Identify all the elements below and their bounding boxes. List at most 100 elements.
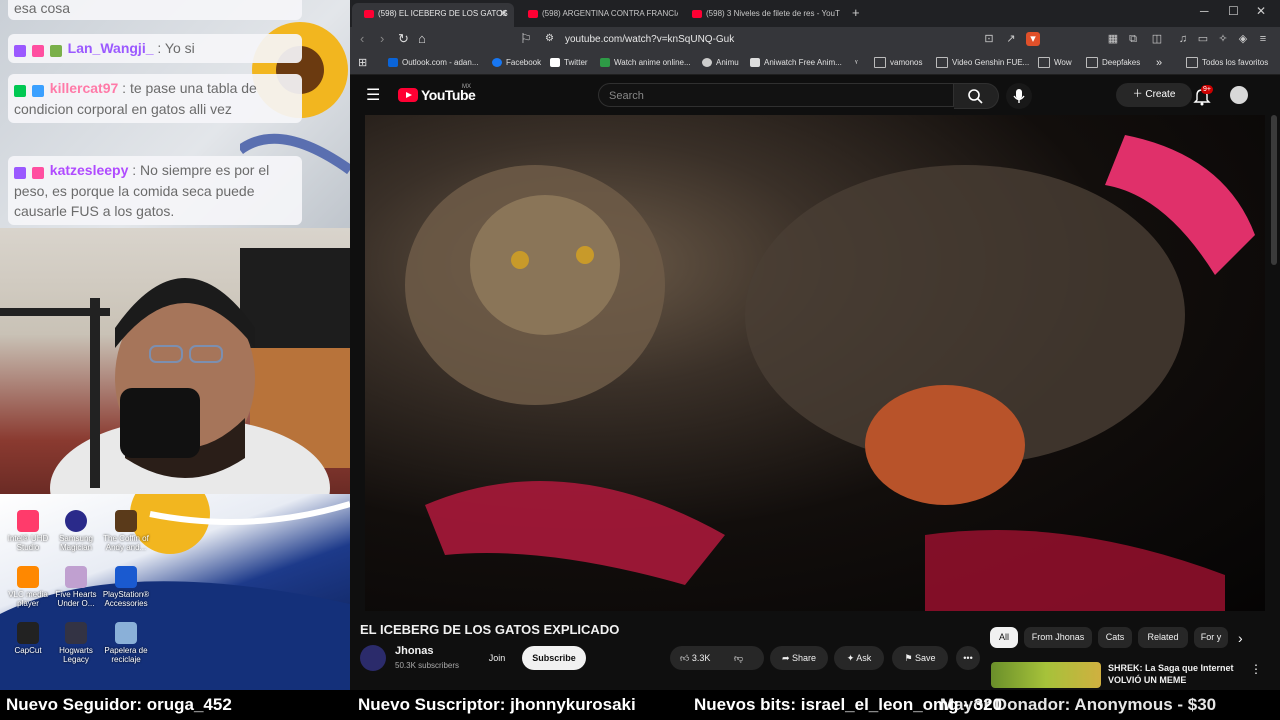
back-icon[interactable]: ‹: [360, 31, 364, 46]
channel-name[interactable]: Jhonas: [395, 645, 434, 657]
bookmark-page-icon[interactable]: ⚐: [520, 31, 532, 47]
aniwatch-icon: [750, 58, 760, 68]
hamburger-menu-icon[interactable]: ☰: [366, 85, 380, 105]
desktop-icon[interactable]: Hogwarts Legacy: [48, 622, 104, 664]
desktop-icon[interactable]: The Coffin of Andy and...: [98, 510, 154, 552]
voice-search-button[interactable]: [1006, 83, 1032, 109]
sparkle-icon: ✦: [846, 653, 855, 663]
video-frame-cats: [405, 135, 1255, 611]
bookmark-facebook[interactable]: Facebook: [492, 52, 541, 74]
more-actions-button[interactable]: •••: [956, 646, 980, 670]
bookmark-folder-deepfakes[interactable]: Deepfakes: [1086, 52, 1140, 74]
account-avatar[interactable]: [1230, 86, 1248, 104]
menu-icon[interactable]: ≡: [1256, 32, 1270, 46]
more-horizontal-icon: •••: [963, 653, 973, 663]
bookmark-twitter[interactable]: Twitter: [550, 52, 588, 74]
apps-grid-icon[interactable]: ⊞: [358, 52, 367, 74]
tab-filete-de-res[interactable]: (598) 3 Niveles de filete de res - YouT: [680, 3, 842, 27]
create-button[interactable]: ＋ Create: [1116, 83, 1192, 107]
youtube-logo-icon[interactable]: [398, 88, 418, 102]
bookmark-folder-wow[interactable]: Wow: [1038, 52, 1072, 74]
site-info-icon[interactable]: ⚙: [545, 33, 554, 44]
ask-button[interactable]: ✦ Ask: [834, 646, 884, 670]
page-scrollbar[interactable]: [1271, 115, 1277, 265]
tab-iceberg-gatos[interactable]: (598) EL ICEBERG DE LOS GATOS ✕: [352, 3, 514, 27]
forward-icon[interactable]: ›: [380, 31, 384, 46]
minimize-icon[interactable]: ─: [1200, 4, 1209, 18]
bookmark-folder-genshin[interactable]: Video Genshin FUE...: [936, 52, 1029, 74]
extension-icon[interactable]: ⧉: [1126, 32, 1140, 46]
bookmark-extra-icon[interactable]: ᵞ: [855, 52, 858, 74]
more-vertical-icon[interactable]: ⋮: [1250, 662, 1262, 676]
search-input[interactable]: Search: [598, 83, 954, 107]
streamer-image: [0, 248, 356, 494]
share-button[interactable]: ➦ Share: [770, 646, 828, 670]
home-icon[interactable]: ⌂: [418, 31, 426, 46]
chip-from-channel[interactable]: From Jhonas: [1024, 627, 1092, 648]
emote-badge-icon: [31, 84, 44, 97]
dislike-button[interactable]: 👎︎: [734, 646, 743, 670]
subscribe-button[interactable]: Subscribe: [522, 646, 586, 670]
youtube-favicon-icon: [364, 10, 374, 18]
share-icon: ➦: [781, 653, 790, 663]
more-bookmarks-icon[interactable]: »: [1156, 52, 1162, 74]
folder-icon: [874, 57, 886, 69]
playstation-icon: [115, 566, 137, 588]
youtube-favicon-icon: [528, 10, 538, 18]
brave-shield-icon[interactable]: ▾: [1026, 32, 1040, 46]
ai-icon[interactable]: ✧: [1216, 32, 1230, 46]
microphone-icon: [1013, 89, 1025, 103]
ticker-new-follower: Nuevo Seguidor: oruga_452: [6, 695, 232, 714]
chat-username[interactable]: katzesleepy: [50, 162, 129, 178]
bookmark-folder-vamonos[interactable]: vamonos: [874, 52, 922, 74]
desktop-icon[interactable]: Samsung Magician: [48, 510, 104, 552]
chevron-right-icon[interactable]: ›: [1238, 630, 1243, 646]
user-badges: [14, 39, 64, 59]
recommended-title[interactable]: SHREK: La Saga que Internet VOLVIÓ UN ME…: [1108, 662, 1238, 686]
bookmark-animu[interactable]: Animu: [702, 52, 739, 74]
new-tab-button[interactable]: +: [852, 5, 860, 20]
chip-for-you[interactable]: For y: [1194, 627, 1228, 648]
chat-username[interactable]: Lan_Wangji_: [68, 40, 154, 56]
chip-cats[interactable]: Cats: [1098, 627, 1132, 648]
extension-icon[interactable]: ◫: [1150, 32, 1164, 46]
plus-icon: ＋: [1132, 89, 1143, 100]
close-tab-icon[interactable]: ✕: [499, 3, 508, 25]
ticker-new-subscriber: Nuevo Suscriptor: jhonnykurosaki: [358, 695, 636, 714]
bookmark-outlook[interactable]: Outlook.com - adan...: [388, 52, 478, 74]
capcut-icon: [17, 622, 39, 644]
chip-related[interactable]: Related: [1138, 627, 1188, 648]
recommended-thumbnail[interactable]: [991, 662, 1101, 688]
desktop-icon[interactable]: PlayStation® Accessories: [98, 566, 154, 608]
share-page-icon[interactable]: ↗: [1004, 32, 1018, 46]
app-icon: [65, 566, 87, 588]
search-button[interactable]: [954, 83, 999, 109]
tab-argentina-francia[interactable]: (598) ARGENTINA CONTRA FRANCIA: [516, 3, 678, 27]
bookmark-icon: ⚑: [904, 653, 913, 663]
desktop-icon[interactable]: Five Hearts Under O...: [48, 566, 104, 608]
video-player[interactable]: [365, 115, 1265, 611]
bookmark-aniwatch[interactable]: Aniwatch Free Anim...: [750, 52, 842, 74]
sub-badge-icon: [14, 166, 26, 179]
extension-icon[interactable]: ▦: [1106, 32, 1120, 46]
join-button[interactable]: Join: [480, 646, 514, 670]
maximize-icon[interactable]: ☐: [1228, 4, 1239, 18]
thumbs-up-icon: 👍︎: [680, 653, 690, 663]
save-button[interactable]: ⚑ Save: [892, 646, 948, 670]
wallet-icon[interactable]: ▭: [1196, 32, 1210, 46]
install-app-icon[interactable]: ⊡: [982, 32, 996, 46]
bookmark-watch-anime[interactable]: Watch anime online...: [600, 52, 691, 74]
music-icon[interactable]: ♫: [1176, 32, 1190, 46]
reload-icon[interactable]: ↻: [398, 31, 409, 47]
all-bookmarks-folder[interactable]: Todos los favoritos: [1186, 52, 1268, 74]
channel-avatar[interactable]: [360, 645, 386, 671]
vpn-icon[interactable]: ◈: [1236, 32, 1250, 46]
search-icon: [968, 89, 983, 104]
like-button[interactable]: 👍︎ 3.3K: [680, 653, 710, 663]
close-window-icon[interactable]: ✕: [1256, 4, 1266, 18]
app-icon: [115, 510, 137, 532]
chip-all[interactable]: All: [990, 627, 1018, 648]
video-title: EL ICEBERG DE LOS GATOS EXPLICADO: [360, 622, 620, 637]
chat-username[interactable]: killercat97: [50, 80, 119, 96]
desktop-icon[interactable]: Papelera de reciclaje: [98, 622, 154, 664]
